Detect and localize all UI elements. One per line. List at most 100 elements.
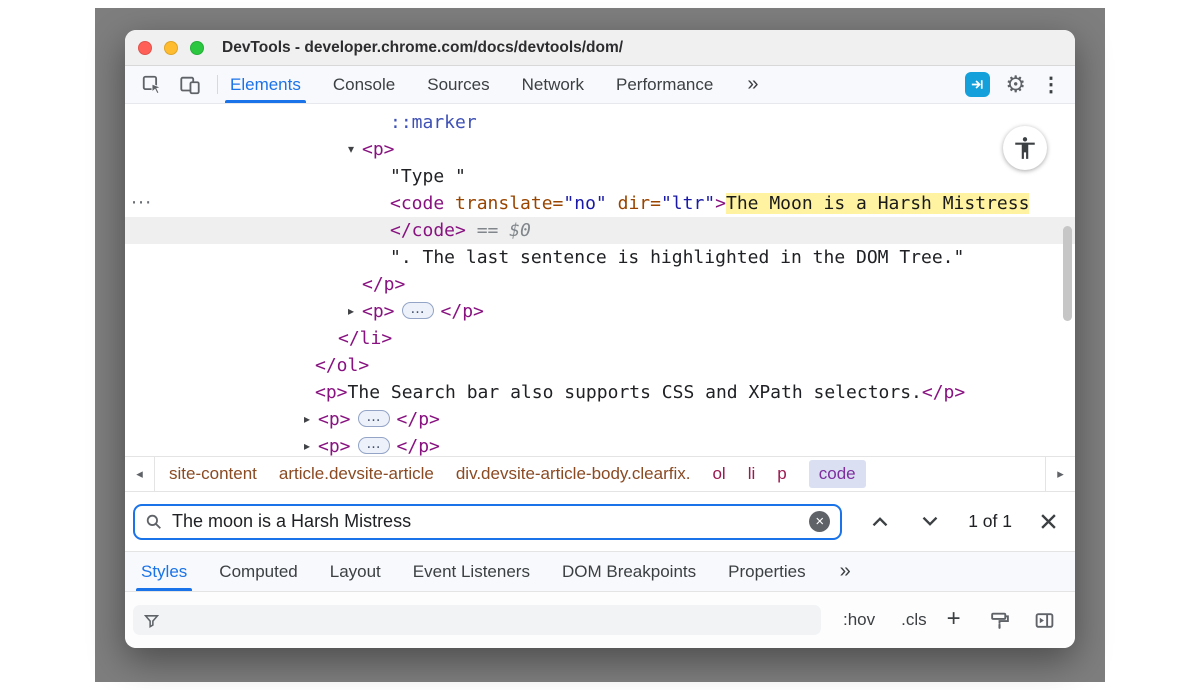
crumb-site-content[interactable]: site-content — [169, 464, 257, 484]
inline-expand-button[interactable]: … — [402, 302, 434, 319]
token-tag: </p> — [397, 409, 440, 430]
tab-sources[interactable]: Sources — [425, 66, 491, 103]
dom-tree-row[interactable]: ··· <code translate="no" dir="ltr">The Mo… — [125, 190, 1075, 217]
token-tag: <p> — [362, 301, 395, 322]
crumb-div-devsite-article-body-clearfix[interactable]: div.devsite-article-body.clearfix. — [456, 464, 691, 484]
dom-tree-row[interactable]: ▸<p>…</p> — [125, 406, 1075, 433]
search-icon — [145, 513, 163, 531]
token-muted: == — [466, 220, 509, 241]
dom-tree-row[interactable]: </ol> — [125, 352, 1075, 379]
dom-tree-row[interactable]: </li> — [125, 325, 1075, 352]
expander-right-icon[interactable]: ▸ — [298, 433, 316, 456]
tab-properties[interactable]: Properties — [726, 552, 807, 591]
toolbar-right-icons: ⚙ ⋮ — [965, 66, 1075, 103]
paint-roller-icon[interactable] — [989, 610, 1010, 631]
token-val: "no" — [563, 193, 606, 214]
token-tag: </ol> — [315, 355, 369, 376]
search-input[interactable] — [172, 511, 800, 532]
dom-tree-row[interactable]: ▸<p> … </p> — [125, 433, 1075, 456]
dom-tree-row[interactable]: </p> — [125, 271, 1075, 298]
inline-expand-button[interactable]: … — [358, 410, 390, 427]
token-hl: The Moon is a Harsh Mistress — [726, 193, 1029, 214]
tab-performance[interactable]: Performance — [614, 66, 715, 103]
breadcrumb-bar: ◂ site-content article.devsite-article div… — [125, 456, 1075, 491]
dom-tree-panel: ::marker▾<p>"Type "···<code translate="n… — [125, 104, 1075, 456]
tab-dom-breakpoints[interactable]: DOM Breakpoints — [560, 552, 698, 591]
crumb-p[interactable]: p — [777, 464, 786, 484]
sidebar-toggle-icon[interactable] — [1034, 610, 1055, 631]
filter-funnel-icon — [143, 612, 160, 629]
crumb-scroll-right-icon[interactable]: ▸ — [1045, 457, 1075, 491]
previous-result-button[interactable] — [868, 513, 892, 530]
close-search-button[interactable] — [1038, 511, 1059, 532]
device-toolbar-icon[interactable] — [175, 66, 205, 103]
tab-layout[interactable]: Layout — [328, 552, 383, 591]
dom-tree-row[interactable]: "Type " — [125, 163, 1075, 190]
crumb-article-devsite-article[interactable]: article.devsite-article — [279, 464, 434, 484]
dom-tree-row[interactable]: </code> == $0 — [125, 217, 1075, 244]
more-panels-icon[interactable]: » — [743, 66, 762, 103]
toolbar-divider — [217, 75, 218, 94]
tab-console[interactable]: Console — [331, 66, 397, 103]
accessibility-button[interactable] — [1003, 126, 1047, 170]
expander-down-icon[interactable]: ▾ — [342, 136, 360, 163]
more-sidebar-tabs-icon[interactable]: » — [836, 552, 855, 591]
token-tag: > — [715, 193, 726, 214]
window-title: DevTools - developer.chrome.com/docs/dev… — [222, 39, 623, 57]
token-attr: dir= — [607, 193, 661, 214]
token-val: "ltr" — [661, 193, 715, 214]
zoom-window-button[interactable] — [190, 41, 204, 55]
close-icon — [1040, 513, 1057, 530]
dom-tree-row[interactable]: <p>The Search bar also supports CSS and … — [125, 379, 1075, 406]
token-tag: </code> — [390, 220, 466, 241]
devtools-window: DevTools - developer.chrome.com/docs/dev… — [125, 30, 1075, 648]
next-result-button[interactable] — [918, 513, 942, 530]
minimize-window-button[interactable] — [164, 41, 178, 55]
token-dollar: $0 — [509, 220, 531, 241]
token-attr: translate= — [444, 193, 563, 214]
focus-page-icon[interactable] — [965, 72, 990, 97]
titlebar: DevTools - developer.chrome.com/docs/dev… — [125, 30, 1075, 66]
inline-expand-button[interactable]: … — [358, 437, 390, 454]
token-tag: </p> — [441, 301, 484, 322]
token-tag: <p> — [318, 436, 351, 456]
inspect-element-icon[interactable] — [137, 66, 167, 103]
token-tag: </p> — [362, 274, 405, 295]
tab-computed[interactable]: Computed — [217, 552, 299, 591]
vertical-scrollbar[interactable] — [1063, 226, 1072, 321]
token-tag: </p> — [397, 436, 440, 456]
devtools-toolbar: Elements Console Sources Network Performance… — [125, 66, 1075, 104]
dom-tree-row[interactable]: ▸<p> … </p> — [125, 298, 1075, 325]
crumb-li[interactable]: li — [748, 464, 756, 484]
dom-tree-row[interactable]: ::marker — [125, 109, 1075, 136]
crumb-scroll-left-icon[interactable]: ◂ — [125, 457, 155, 491]
new-style-rule-button[interactable]: + — [943, 607, 965, 633]
token-tag: </p> — [922, 382, 965, 403]
crumb-ol[interactable]: ol — [712, 464, 725, 484]
crumb-code[interactable]: code — [809, 460, 866, 488]
dom-tree-row[interactable]: ". The last sentence is highlighted in t… — [125, 244, 1075, 271]
tab-elements[interactable]: Elements — [228, 66, 303, 103]
styles-toolbar: :hov .cls + — [125, 591, 1075, 648]
token-tag: </li> — [338, 328, 392, 349]
row-menu-dots-icon[interactable]: ··· — [131, 190, 152, 217]
settings-gear-icon[interactable]: ⚙ — [1005, 73, 1026, 96]
accessibility-icon — [1012, 135, 1038, 161]
tab-network[interactable]: Network — [520, 66, 586, 103]
close-window-button[interactable] — [138, 41, 152, 55]
token-tag: <p> — [362, 139, 395, 160]
tab-event-listeners[interactable]: Event Listeners — [411, 552, 532, 591]
expander-right-icon[interactable]: ▸ — [298, 406, 316, 433]
kebab-menu-icon[interactable]: ⋮ — [1041, 75, 1061, 95]
tab-styles[interactable]: Styles — [139, 552, 189, 591]
clear-search-icon[interactable]: × — [809, 511, 830, 532]
dom-tree-row[interactable]: ▾<p> — [125, 136, 1075, 163]
element-classes-button[interactable]: .cls — [897, 608, 931, 632]
dom-tree: ::marker▾<p>"Type "···<code translate="n… — [125, 104, 1075, 456]
token-text: The Search bar also supports CSS and XPa… — [348, 382, 922, 403]
styles-filter-input[interactable] — [168, 610, 811, 630]
token-tag: <code — [390, 193, 444, 214]
search-input-wrap: × — [133, 504, 842, 540]
expander-right-icon[interactable]: ▸ — [342, 298, 360, 325]
toggle-element-state-button[interactable]: :hov — [839, 608, 879, 632]
